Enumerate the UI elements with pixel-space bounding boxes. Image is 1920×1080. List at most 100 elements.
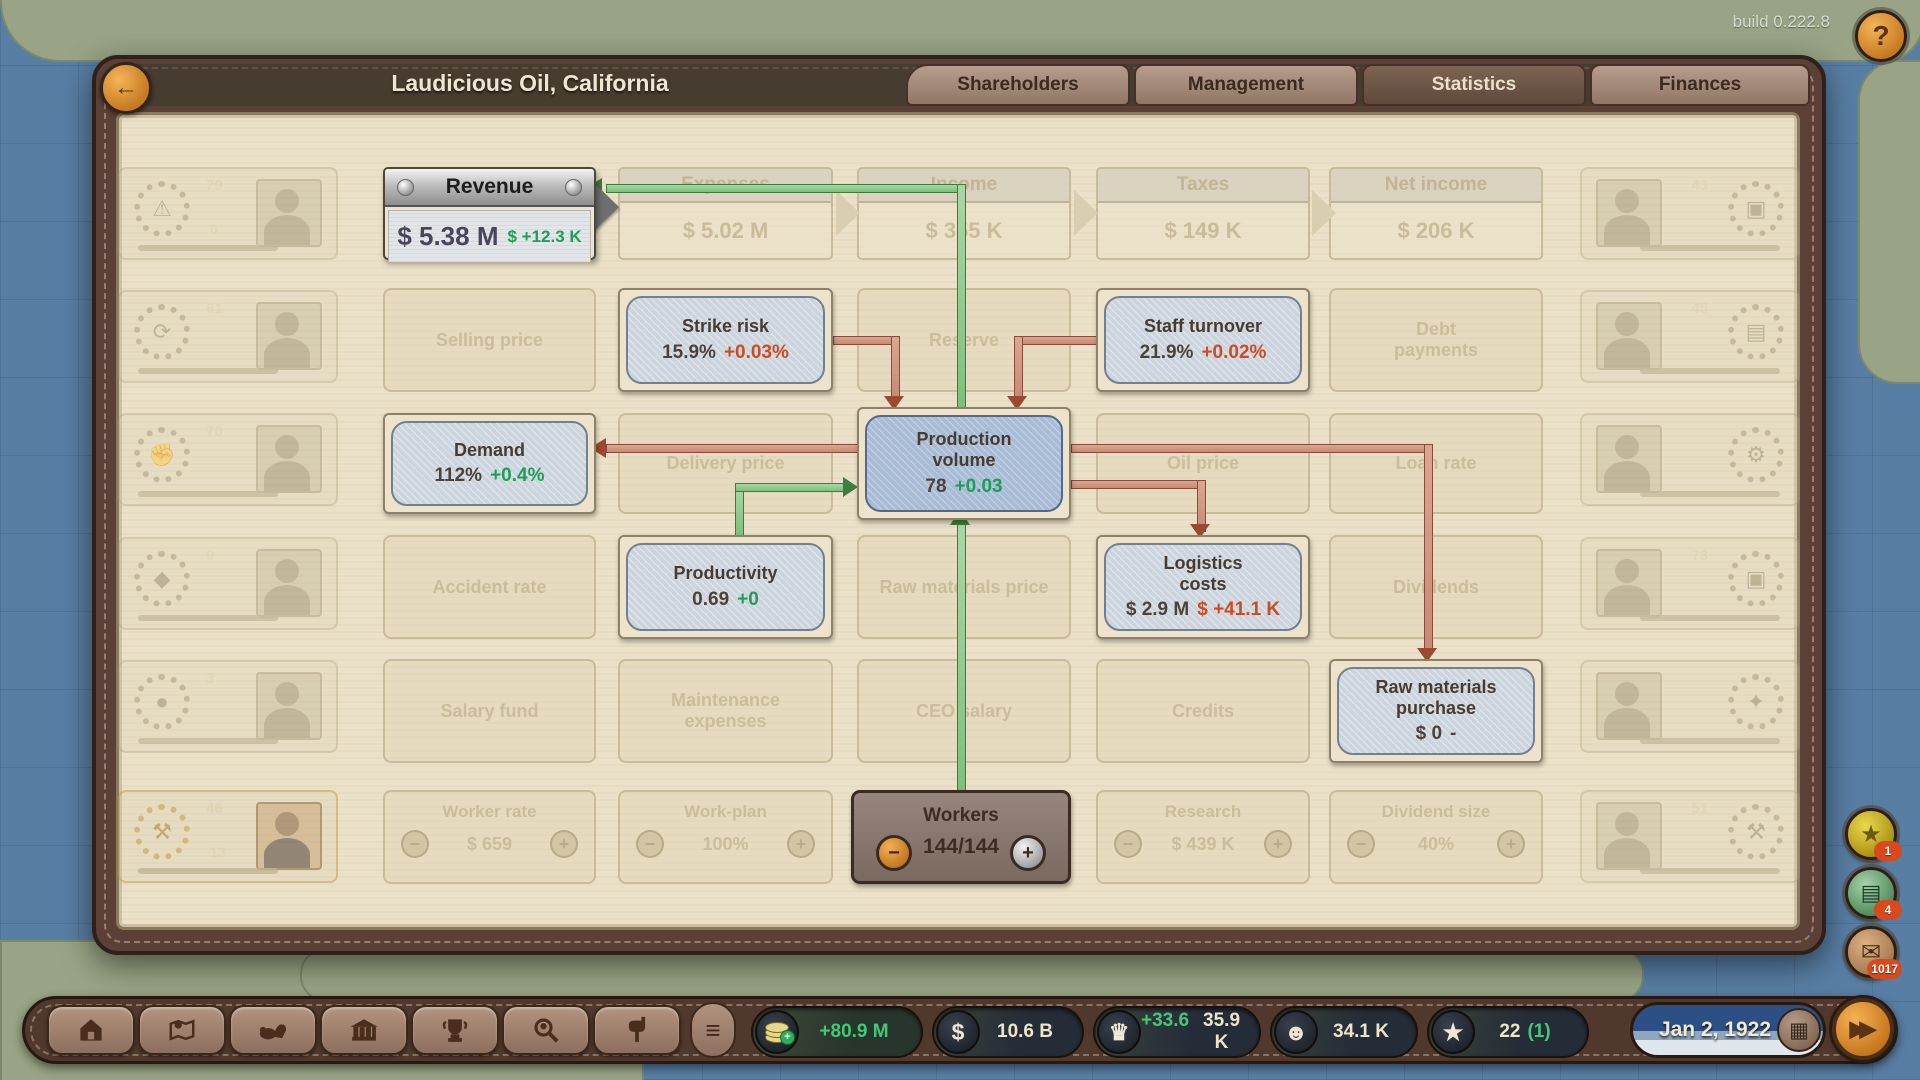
plus-icon: + <box>1505 833 1517 854</box>
help-button[interactable]: ? <box>1855 10 1907 62</box>
tab-label: Statistics <box>1431 74 1517 95</box>
ledger-gear-icon: ▤ <box>1728 304 1784 360</box>
cash-flow-value: +80.9 M <box>819 1021 889 1042</box>
head-glyph: ☻ <box>1283 1018 1309 1045</box>
news-notification-button[interactable]: ▤ 4 <box>1845 867 1902 920</box>
workers-plus-button[interactable]: + <box>1010 835 1046 871</box>
card-level: 43 <box>1691 177 1708 194</box>
minus-button[interactable]: − <box>1347 830 1375 858</box>
box-title: Dividends <box>1392 576 1480 597</box>
box-title: Debt payments <box>1393 319 1479 360</box>
portrait <box>256 302 322 370</box>
manager-card: ● 3 <box>118 660 338 753</box>
achievements-button[interactable] <box>411 1005 499 1055</box>
box-title: Logistics costs <box>1163 552 1243 594</box>
pipe-production-to-revenue <box>606 184 966 193</box>
tab-management[interactable]: Management <box>1134 64 1358 106</box>
manager-card: 73 ▣ <box>1580 537 1800 630</box>
workers-box[interactable]: Workers 144/144 − + <box>851 790 1071 884</box>
credits-box: Credits <box>1096 659 1310 763</box>
staff-turnover-box[interactable]: Staff turnover 21.9% +0.02% <box>1096 288 1310 392</box>
tab-statistics[interactable]: Statistics <box>1362 64 1586 106</box>
mail-notification-button[interactable]: ✉ 1017 <box>1845 926 1902 979</box>
cash-flow-indicator: + +80.9 M <box>751 1006 923 1058</box>
minus-button[interactable]: − <box>636 830 664 858</box>
back-button[interactable]: ← <box>100 62 152 114</box>
arrowhead-green <box>843 477 858 497</box>
card-sub-level: 0 <box>210 221 218 237</box>
raw-materials-purchase-box[interactable]: Raw materials purchase $ 0- <box>1329 659 1543 763</box>
progress-bar <box>1640 245 1780 251</box>
box-title: Production volume <box>916 429 1012 470</box>
box-title: Staff turnover <box>1143 316 1262 337</box>
build-version: build 0.222.8 <box>1732 12 1830 31</box>
production-volume-box[interactable]: Production volume 78 +0.03 <box>857 407 1071 520</box>
pipe-production-to-logistics <box>1071 480 1206 489</box>
minus-button[interactable]: − <box>401 830 429 858</box>
pipe-production-to-raw-materials <box>1424 444 1433 654</box>
plus-button[interactable]: + <box>549 830 578 858</box>
minus-button[interactable]: − <box>1114 830 1142 858</box>
card-level: 70 <box>206 423 223 440</box>
minus-icon: − <box>409 833 421 854</box>
research-box: Research − $ 439 K + <box>1096 790 1310 884</box>
box-delta: +0 <box>737 588 759 610</box>
productivity-box[interactable]: Productivity 0.69 +0 <box>618 535 833 639</box>
government-button[interactable] <box>320 1005 408 1055</box>
achievements-notification-button[interactable]: ★ 1 <box>1845 808 1902 861</box>
stars-indicator: ★ 22 (1) <box>1427 1006 1589 1058</box>
plus-button[interactable]: + <box>1263 830 1292 858</box>
box-title: Loan rate <box>1395 453 1477 474</box>
headquarters-button[interactable] <box>47 1005 135 1055</box>
card-level: 61 <box>206 300 223 317</box>
workers-minus-button[interactable]: − <box>876 835 912 871</box>
card-level: 45 <box>1691 300 1708 317</box>
worker-rate-box: Worker rate − $ 659 + <box>383 790 596 884</box>
gear-icon: ◆ <box>134 551 190 607</box>
map-button[interactable] <box>138 1005 226 1055</box>
plus-button[interactable]: + <box>786 830 815 858</box>
box-delta: $ +12.3 K <box>507 226 582 246</box>
box-value: $ 2.9 M <box>1125 599 1190 621</box>
demand-box[interactable]: Demand 112% +0.4% <box>383 413 596 514</box>
dividends-box: Dividends <box>1329 535 1543 639</box>
game-date: Jan 2, 1922 <box>1658 1018 1772 1041</box>
box-value: 112% <box>434 465 483 487</box>
box-delta: $ +41.1 K <box>1197 599 1281 621</box>
stock-market-button[interactable] <box>229 1005 317 1055</box>
box-title: Delivery price <box>666 453 785 474</box>
maintenance-expenses-box: Maintenance expenses <box>618 659 833 763</box>
logistics-costs-box[interactable]: Logistics costs $ 2.9 M $ +41.1 K <box>1096 535 1310 639</box>
box-value: $ 439 K <box>1171 833 1235 854</box>
pipe-production-to-demand <box>606 444 859 453</box>
pipe-strike-risk <box>833 336 900 345</box>
debt-payments-box: Debt payments <box>1329 288 1543 392</box>
strike-risk-box[interactable]: Strike risk 15.9% +0.03% <box>618 288 833 392</box>
box-delta: +0.02% <box>1201 341 1267 363</box>
calendar-button[interactable]: ▦ <box>1777 1008 1821 1052</box>
tab-shareholders[interactable]: Shareholders <box>906 64 1130 106</box>
plus-button[interactable]: + <box>1497 830 1525 858</box>
box-value: $ 659 <box>466 833 513 854</box>
plus-icon: + <box>558 833 570 854</box>
end-turn-button[interactable]: ▶▶ <box>1832 998 1894 1060</box>
progress-bar <box>1640 615 1780 621</box>
pipe-workers-to-production <box>957 524 966 794</box>
manager-card: ✊ 70 <box>118 413 338 506</box>
progress-bar <box>1640 738 1780 744</box>
gear-icon: ● <box>134 674 190 730</box>
card-level: 46 <box>206 800 223 817</box>
mailbox-button[interactable] <box>593 1005 681 1055</box>
manager-card-active: ⚒ 46 13 <box>118 790 338 883</box>
menu-button[interactable]: ≡ <box>690 1002 736 1058</box>
pipe-production-to-revenue <box>957 184 966 412</box>
gear-icon: ✊ <box>134 427 190 483</box>
box-value: 15.9% <box>662 341 716 363</box>
tab-finances[interactable]: Finances <box>1590 64 1810 106</box>
box-delta: +0.03 <box>954 475 1003 497</box>
revenue-box[interactable]: Revenue $ 5.38 M $ +12.3 K <box>383 167 596 263</box>
portrait <box>1596 672 1662 740</box>
box-value: 100% <box>702 833 749 854</box>
population-indicator: ☻ 34.1 K <box>1270 1006 1418 1058</box>
search-people-button[interactable] <box>502 1005 590 1055</box>
